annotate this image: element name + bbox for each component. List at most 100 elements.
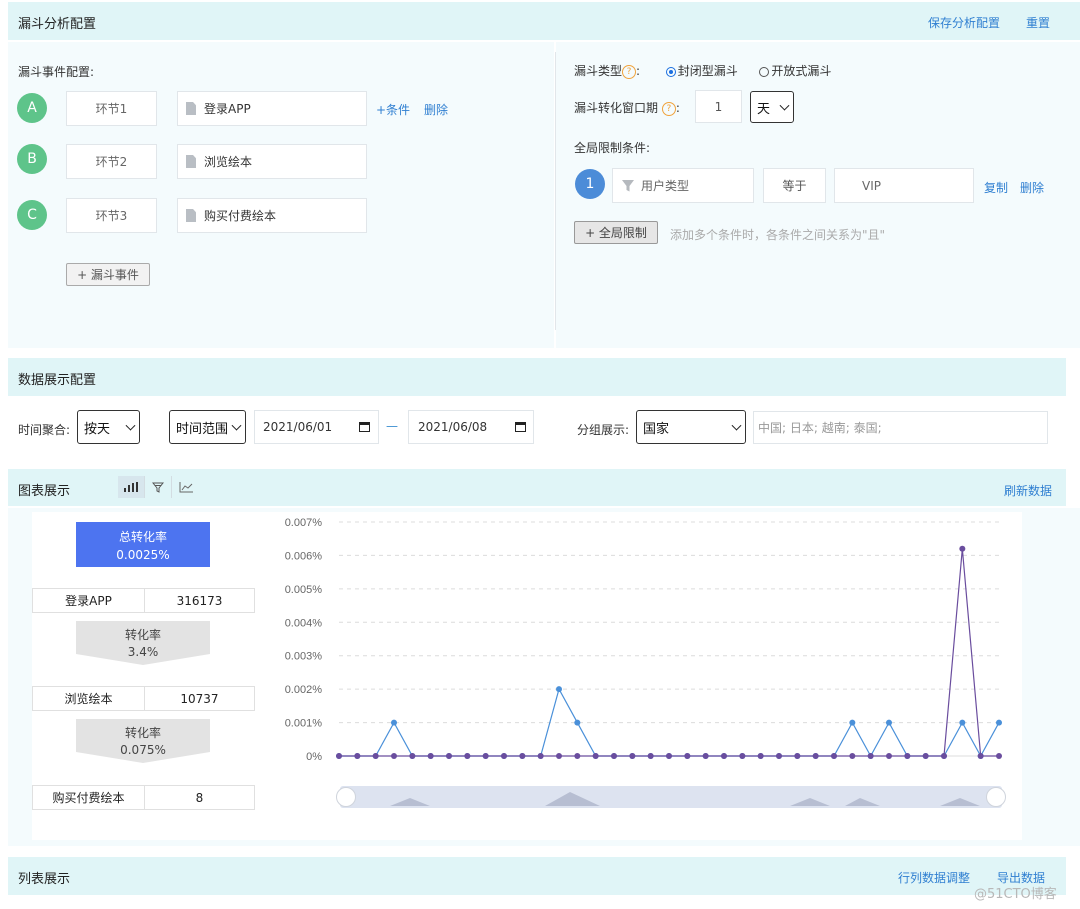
- document-icon: [186, 155, 196, 168]
- data-point[interactable]: [849, 719, 856, 726]
- data-point[interactable]: [721, 753, 727, 759]
- data-point[interactable]: [666, 753, 672, 759]
- funnel-config-header: [8, 2, 1080, 40]
- data-point[interactable]: [501, 753, 507, 759]
- help-icon[interactable]: ?: [622, 64, 637, 79]
- line-chart-icon[interactable]: [172, 476, 199, 498]
- data-point[interactable]: [867, 753, 874, 759]
- time-range-select[interactable]: 时间范围: [169, 410, 246, 444]
- delete-condition-link[interactable]: 删除: [1020, 179, 1044, 196]
- funnel-step-row: 浏览绘本 10737: [32, 686, 255, 711]
- y-tick-label: 0.005%: [285, 584, 323, 596]
- data-point[interactable]: [372, 753, 379, 759]
- window-unit-select[interactable]: 天: [750, 91, 794, 123]
- data-point[interactable]: [647, 753, 654, 759]
- zoom-handle-right[interactable]: [986, 787, 1006, 807]
- condition-value: VIP: [862, 178, 881, 193]
- data-point[interactable]: [996, 719, 1002, 726]
- step-1-event-select[interactable]: 登录APP: [177, 91, 367, 126]
- data-point[interactable]: [519, 753, 526, 759]
- y-tick-label: 0%: [306, 751, 322, 763]
- condition-operator-select[interactable]: 等于: [763, 168, 826, 203]
- data-point[interactable]: [336, 753, 342, 759]
- funnel-chart-icon[interactable]: [145, 476, 172, 498]
- group-tags-input[interactable]: 中国; 日本; 越南; 泰国;: [753, 411, 1048, 444]
- data-point[interactable]: [446, 753, 452, 759]
- data-point[interactable]: [574, 753, 581, 759]
- add-condition-link[interactable]: +条件: [376, 101, 410, 118]
- data-point[interactable]: [482, 753, 489, 759]
- data-point[interactable]: [757, 753, 764, 759]
- save-config-link[interactable]: 保存分析配置: [928, 14, 1000, 31]
- data-point[interactable]: [739, 753, 746, 759]
- group-value: 国家: [643, 421, 670, 437]
- data-point[interactable]: [556, 686, 562, 693]
- data-point[interactable]: [831, 753, 837, 759]
- refresh-data-link[interactable]: 刷新数据: [1004, 482, 1052, 499]
- group-tags: 中国; 日本; 越南; 泰国;: [758, 421, 882, 435]
- data-point[interactable]: [886, 719, 892, 726]
- step-1-name[interactable]: 环节1: [66, 91, 157, 126]
- data-point[interactable]: [592, 753, 599, 759]
- data-point[interactable]: [886, 753, 892, 759]
- data-point[interactable]: [556, 753, 562, 759]
- data-point[interactable]: [959, 545, 966, 552]
- radio-open-funnel[interactable]: [759, 66, 770, 77]
- bar-chart-icon[interactable]: [118, 476, 145, 498]
- window-value-input[interactable]: 1: [695, 90, 742, 123]
- reset-link[interactable]: 重置: [1026, 14, 1050, 31]
- group-select[interactable]: 国家: [636, 410, 746, 444]
- data-point[interactable]: [776, 753, 782, 759]
- data-zoom-slider[interactable]: [336, 786, 1006, 808]
- calendar-icon[interactable]: [359, 422, 370, 432]
- data-point[interactable]: [922, 753, 929, 759]
- data-point[interactable]: [684, 753, 691, 759]
- add-funnel-event-button[interactable]: + 漏斗事件: [66, 263, 150, 286]
- step-3-name[interactable]: 环节3: [66, 198, 157, 233]
- data-point[interactable]: [391, 753, 397, 759]
- data-point[interactable]: [391, 719, 397, 726]
- watermark: @51CTO博客: [974, 887, 1057, 902]
- delete-step-link[interactable]: 删除: [424, 101, 448, 118]
- step-2-name[interactable]: 环节2: [66, 144, 157, 179]
- end-date-input[interactable]: 2021/06/08: [408, 410, 534, 444]
- data-point[interactable]: [537, 753, 544, 759]
- data-point[interactable]: [702, 753, 709, 759]
- chevron-down-icon: [731, 420, 742, 431]
- condition-field-select[interactable]: 用户类型: [612, 168, 754, 203]
- data-point[interactable]: [574, 719, 581, 726]
- zoom-handle-left[interactable]: [336, 787, 356, 807]
- data-point[interactable]: [996, 753, 1002, 759]
- chart-type-switcher: [118, 476, 204, 498]
- adjust-rows-link[interactable]: 行列数据调整: [898, 869, 970, 886]
- funnel-step-count: 316173: [176, 593, 223, 608]
- data-point[interactable]: [794, 753, 801, 759]
- data-point[interactable]: [941, 753, 947, 759]
- data-point[interactable]: [354, 753, 361, 759]
- step-2-event-select[interactable]: 浏览绘本: [177, 144, 367, 179]
- radio-closed-funnel[interactable]: [665, 66, 676, 77]
- data-point[interactable]: [409, 753, 416, 759]
- filter-icon: [622, 179, 634, 191]
- time-agg-select[interactable]: 按天: [77, 410, 140, 444]
- data-point[interactable]: [611, 753, 617, 759]
- data-point[interactable]: [464, 753, 471, 759]
- data-point[interactable]: [849, 753, 856, 759]
- data-point[interactable]: [812, 753, 819, 759]
- y-tick-label: 0.004%: [285, 617, 323, 629]
- step-3-event-select[interactable]: 购买付费绘本: [177, 198, 367, 233]
- data-point[interactable]: [629, 753, 636, 759]
- start-date-input[interactable]: 2021/06/01: [254, 410, 379, 444]
- data-point[interactable]: [427, 753, 434, 759]
- add-global-limit-button[interactable]: + 全局限制: [574, 221, 658, 244]
- data-point[interactable]: [977, 753, 984, 759]
- closed-funnel-label: 封闭型漏斗: [677, 64, 738, 78]
- data-point[interactable]: [904, 753, 911, 759]
- conversion-rate-value: 3.4%: [127, 645, 159, 659]
- help-icon[interactable]: ?: [661, 101, 676, 116]
- copy-condition-link[interactable]: 复制: [984, 179, 1008, 196]
- calendar-icon[interactable]: [515, 422, 526, 432]
- step-2-event: 浏览绘本: [204, 155, 253, 169]
- condition-value-input[interactable]: VIP: [834, 168, 974, 203]
- data-point[interactable]: [959, 719, 966, 726]
